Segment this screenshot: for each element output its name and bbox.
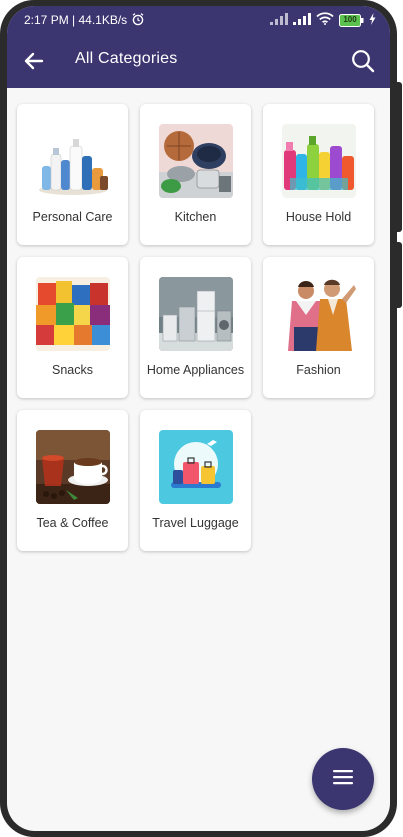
status-bar: 2:17 PM | 44.1KB/s 100 (7, 6, 390, 34)
battery-icon: 100 (339, 13, 364, 27)
category-label: Travel Luggage (152, 516, 239, 530)
category-image (35, 124, 110, 198)
battery-level: 100 (343, 14, 357, 24)
arrow-left-icon[interactable] (21, 48, 47, 74)
category-card-tea-coffee[interactable]: Tea & Coffee (17, 410, 128, 551)
volume-button (396, 82, 402, 232)
bolt-icon (369, 12, 376, 28)
wifi-icon (316, 12, 334, 28)
menu-icon (333, 769, 353, 790)
category-card-travel-luggage[interactable]: Travel Luggage (140, 410, 251, 551)
signal-icon (270, 12, 288, 28)
category-image (158, 124, 233, 198)
screen: 2:17 PM | 44.1KB/s 100 All Categories Pe… (7, 6, 390, 831)
category-card-house-hold[interactable]: House Hold (263, 104, 374, 245)
category-card-home-appliances[interactable]: Home Appliances (140, 257, 251, 398)
status-time-speed: 2:17 PM | 44.1KB/s (24, 13, 128, 27)
category-image (158, 277, 233, 351)
search-icon[interactable] (349, 47, 377, 75)
category-label: Personal Care (32, 210, 113, 224)
category-card-fashion[interactable]: Fashion (263, 257, 374, 398)
category-label: Snacks (52, 363, 93, 377)
category-image (35, 277, 110, 351)
category-image (281, 124, 356, 198)
category-label: House Hold (285, 210, 352, 224)
category-label: Fashion (296, 363, 341, 377)
category-card-personal-care[interactable]: Personal Care (17, 104, 128, 245)
category-image (158, 430, 233, 504)
category-card-kitchen[interactable]: Kitchen (140, 104, 251, 245)
category-image (281, 277, 356, 351)
category-image (35, 430, 110, 504)
signal-icon (293, 12, 311, 28)
category-label: Home Appliances (146, 363, 245, 377)
alarm-icon (131, 12, 145, 29)
menu-fab-button[interactable] (312, 748, 374, 810)
phone-frame: 2:17 PM | 44.1KB/s 100 All Categories Pe… (0, 0, 402, 837)
category-grid: Personal Care Kitchen House Hold Snacks … (17, 104, 377, 551)
app-bar: All Categories (7, 34, 390, 88)
page-title: All Categories (75, 50, 178, 67)
category-label: Tea & Coffee (36, 516, 109, 530)
category-card-snacks[interactable]: Snacks (17, 257, 128, 398)
category-label: Kitchen (174, 210, 217, 224)
power-button (396, 242, 402, 308)
